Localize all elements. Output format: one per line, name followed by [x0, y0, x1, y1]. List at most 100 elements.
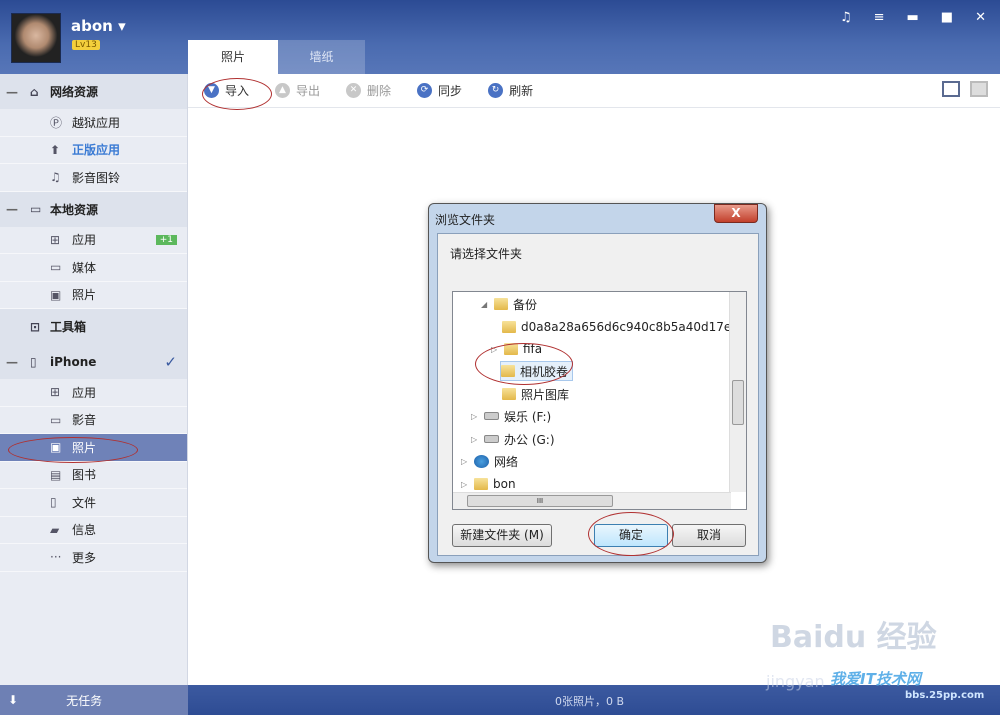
sidebar-item-media-ringtones[interactable]: ♫ 影音图铃	[0, 164, 187, 192]
refresh-icon: ↻	[488, 83, 504, 98]
delete-icon: ✕	[346, 83, 362, 98]
annotation-oval	[475, 343, 573, 385]
sidebar: — ⌂ 网络资源 Ⓟ 越狱应用 ⬆ 正版应用 ♫ 影音图铃 — ▭ 本地资源 ⊞ 应用 +1 ▭ 媒…	[0, 74, 188, 685]
sidebar-group-iphone[interactable]: — ▯ iPhone ✓	[0, 344, 187, 379]
dialog-title: 浏览文件夹	[435, 213, 496, 227]
dialog-prompt: 请选择文件夹	[450, 247, 523, 261]
annotation-oval	[588, 512, 674, 556]
book-icon: ▤	[50, 467, 62, 482]
sidebar-item-local-apps[interactable]: ⊞ 应用 +1	[0, 227, 187, 254]
file-icon: ▯	[50, 495, 57, 510]
monitor-icon: ▭	[30, 202, 42, 216]
folder-icon	[494, 298, 508, 310]
collapsed-arrow-icon[interactable]: ▷	[461, 457, 469, 466]
collapse-icon[interactable]: —	[6, 355, 22, 369]
update-badge: +1	[155, 234, 177, 245]
video-icon: ▭	[50, 260, 62, 275]
tab-wallpaper[interactable]: 墙纸	[278, 40, 365, 74]
sidebar-item-iphone-files[interactable]: ▯ 文件	[0, 489, 187, 517]
home-icon: ⌂	[30, 84, 39, 99]
sidebar-item-local-media[interactable]: ▭ 媒体	[0, 254, 187, 282]
new-folder-button[interactable]: 新建文件夹 (M)	[452, 524, 552, 547]
music-icon[interactable]: ♫	[840, 10, 852, 25]
annotation-oval	[8, 437, 138, 463]
sidebar-item-local-photos[interactable]: ▣ 照片	[0, 282, 187, 309]
tree-item[interactable]: ▷ bon	[461, 474, 516, 494]
sidebar-item-iphone-messages[interactable]: ▰ 信息	[0, 517, 187, 544]
collapsed-arrow-icon[interactable]: ▷	[461, 480, 469, 489]
list-view-icon[interactable]	[970, 81, 988, 97]
drive-icon	[484, 435, 499, 443]
chevron-down-icon: ▾	[118, 17, 126, 35]
toolbox-icon: ⊡	[30, 319, 41, 334]
baidu-watermark: Baidu 经验	[770, 620, 937, 655]
sidebar-item-iphone-books[interactable]: ▤ 图书	[0, 462, 187, 489]
level-badge: Lv13	[72, 40, 100, 50]
username-menu[interactable]: abon ▾	[71, 17, 126, 35]
folder-icon	[502, 388, 516, 400]
export-icon: ▲	[275, 83, 291, 98]
photo-icon: ▣	[50, 287, 62, 302]
vertical-scrollbar[interactable]	[729, 292, 746, 492]
collapse-icon[interactable]: —	[6, 85, 22, 99]
tree-item[interactable]: 照片图库	[502, 384, 569, 404]
tab-photos[interactable]: 照片	[188, 40, 278, 74]
collapsed-arrow-icon[interactable]: ▷	[471, 412, 479, 421]
app-store-icon: ⬆	[50, 142, 61, 157]
grid-icon: ⊞	[50, 385, 61, 400]
download-icon[interactable]: ⬇	[8, 693, 18, 707]
dialog-close-button[interactable]: X	[714, 204, 758, 223]
more-icon: ···	[50, 550, 62, 565]
sidebar-group-local[interactable]: — ▭ 本地资源	[0, 191, 187, 227]
grid-icon: ⊞	[50, 232, 61, 247]
sidebar-group-toolbox[interactable]: ⊡ 工具箱	[0, 309, 187, 344]
video-icon: ▭	[50, 412, 62, 427]
tree-item[interactable]: ◢ 备份	[481, 294, 537, 314]
sidebar-item-iphone-media[interactable]: ▭ 影音	[0, 407, 187, 434]
sidebar-group-online[interactable]: — ⌂ 网络资源	[0, 74, 187, 109]
connected-check-icon: ✓	[164, 352, 177, 371]
header: abon ▾ Lv13 ♫ ≡ ▬ ■ ✕ 照片 墙纸	[0, 0, 1000, 74]
minimize-icon[interactable]: ▬	[907, 10, 919, 25]
horizontal-scrollbar[interactable]: III	[453, 492, 731, 509]
site-watermark: 我爱IT技术网	[830, 670, 921, 688]
collapse-icon[interactable]: —	[6, 202, 22, 216]
phone-icon: ▯	[30, 354, 37, 369]
sync-icon: ⟳	[417, 83, 433, 98]
tree-item[interactable]: ▷ 娱乐 (F:)	[471, 406, 551, 426]
status-bar: ⬇ 无任务 0张照片，0 B	[0, 685, 1000, 715]
annotation-oval	[202, 78, 272, 110]
p-icon: Ⓟ	[50, 115, 63, 130]
music-note-icon: ♫	[50, 170, 61, 185]
delete-button[interactable]: ✕ 删除	[346, 82, 391, 99]
folder-icon	[474, 478, 488, 490]
task-status: 无任务	[66, 693, 103, 708]
folder-tree[interactable]: ◢ 备份 d0a8a28a656d6c940c8b5a40d17e0c ▷ fifa…	[452, 291, 747, 510]
jingyan-watermark: jingyan	[766, 672, 825, 691]
sidebar-item-iphone-apps[interactable]: ⊞ 应用	[0, 379, 187, 407]
collapsed-arrow-icon[interactable]: ▷	[471, 435, 479, 444]
refresh-button[interactable]: ↻ 刷新	[488, 82, 533, 99]
tree-item[interactable]: ▷ 办公 (G:)	[471, 429, 555, 449]
browse-folder-dialog: 浏览文件夹 X 请选择文件夹 ◢ 备份 d0a8a28a656d6c940c8b5…	[428, 203, 767, 563]
folder-icon	[502, 321, 516, 333]
sync-button[interactable]: ⟳ 同步	[417, 82, 462, 99]
tree-item[interactable]: d0a8a28a656d6c940c8b5a40d17e0c	[502, 317, 745, 337]
sidebar-item-jailbreak-apps[interactable]: Ⓟ 越狱应用	[0, 109, 187, 137]
close-icon[interactable]: ✕	[975, 10, 986, 25]
cancel-button[interactable]: 取消	[672, 524, 746, 547]
sidebar-item-iphone-more[interactable]: ··· 更多	[0, 544, 187, 572]
photo-summary: 0张照片，0 B	[555, 695, 625, 708]
tree-item[interactable]: ▷ 网络	[461, 451, 518, 471]
url-watermark: bbs.25pp.com	[905, 690, 985, 701]
network-icon	[474, 454, 489, 468]
expanded-arrow-icon[interactable]: ◢	[481, 300, 489, 309]
chat-icon: ▰	[50, 522, 60, 537]
avatar[interactable]	[11, 13, 61, 63]
menu-icon[interactable]: ≡	[874, 10, 885, 25]
export-button[interactable]: ▲ 导出	[275, 82, 320, 99]
sidebar-item-genuine-apps[interactable]: ⬆ 正版应用	[0, 137, 187, 164]
toolbar: ▼ 导入 ▲ 导出 ✕ 删除 ⟳ 同步 ↻ 刷新	[188, 74, 1000, 108]
maximize-icon[interactable]: ■	[941, 10, 953, 25]
grid-view-icon[interactable]	[942, 81, 960, 97]
